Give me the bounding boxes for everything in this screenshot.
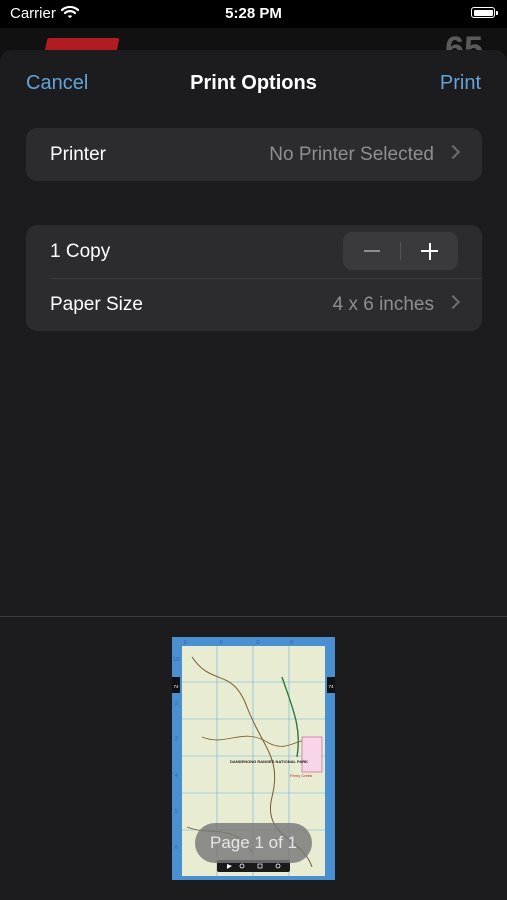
printer-label: Printer: [50, 144, 106, 165]
page-indicator-badge: Page 1 of 1: [195, 823, 312, 863]
map-row-label: 4: [175, 773, 178, 779]
printer-row[interactable]: Printer No Printer Selected: [26, 128, 482, 181]
chevron-right-icon: [445, 294, 461, 310]
map-park-label: DANDENONG RANGES NATIONAL PARK: [230, 759, 308, 764]
map-row-label: 6: [175, 845, 178, 851]
status-bar: Carrier 5:28 PM: [0, 0, 507, 28]
map-col-label: F: [220, 640, 223, 646]
chevron-right-icon: [445, 144, 461, 160]
map-col-label: G: [256, 640, 260, 646]
nav-bar: Cancel Print Options Print: [0, 50, 507, 120]
increment-button[interactable]: [401, 232, 458, 270]
map-place-label: Ferny Creek: [290, 773, 312, 778]
map-row-label: 5: [175, 809, 178, 815]
copies-row: 1 Copy: [26, 225, 482, 278]
print-preview: E F G H 1/2 2 3 4 5 6 74 74 DANDENONG RA…: [0, 617, 507, 900]
paper-size-row[interactable]: Paper Size 4 x 6 inches: [26, 278, 482, 331]
paper-size-label: Paper Size: [50, 294, 143, 315]
decrement-button[interactable]: [343, 232, 400, 270]
copies-stepper[interactable]: [343, 232, 458, 270]
copies-paper-group: 1 Copy Paper Size 4 x 6 inches: [26, 225, 482, 331]
map-page-tab: 74: [329, 684, 335, 689]
map-row-label: 2: [175, 701, 178, 707]
page-title: Print Options: [190, 72, 317, 94]
paper-size-value: 4 x 6 inches: [332, 294, 434, 315]
battery-icon: [471, 7, 498, 18]
print-button[interactable]: Print: [440, 72, 481, 95]
copies-label: 1 Copy: [50, 241, 111, 262]
clock: 5:28 PM: [225, 5, 282, 22]
map-row-label: 1/2: [173, 657, 180, 663]
map-row-label: 3: [175, 736, 178, 742]
map-col-label: H: [290, 640, 294, 646]
print-options-sheet: Cancel Print Options Print Printer No Pr…: [0, 50, 507, 900]
row-separator: [50, 278, 482, 279]
minus-icon: [363, 250, 380, 252]
printer-group: Printer No Printer Selected: [26, 128, 482, 181]
printer-value: No Printer Selected: [269, 144, 434, 165]
map-page-tab: 74: [174, 684, 180, 689]
